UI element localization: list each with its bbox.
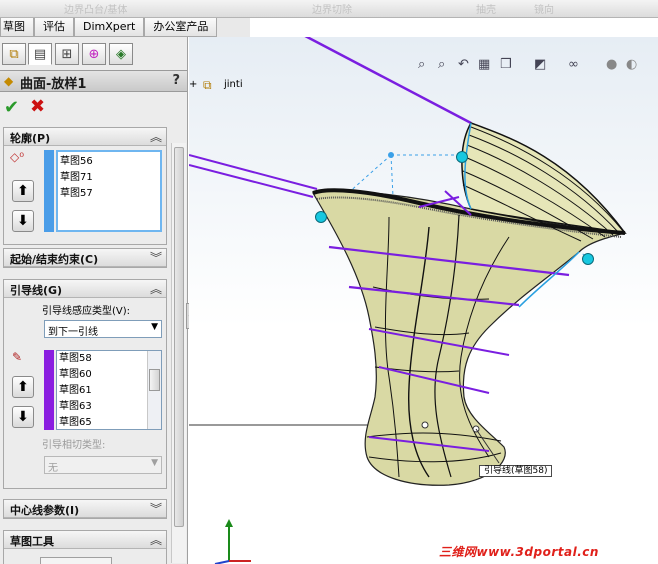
profiles-group: 轮廓(P) ︽ ◇⁰ 草图56 草图71 草图57 ⬆ ⬇ <box>3 127 167 245</box>
tangency-type-label: 引导相切类型: <box>42 440 106 451</box>
graphics-area[interactable]: ⌕ ⌕ ↶ ▦ ❒ ◩ ∞ ● ◐ + ⧉ jinti 引导线(草图58) 三维… <box>189 37 658 564</box>
list-item[interactable]: 草图56 <box>58 154 160 170</box>
feature-header: ◆ 曲面-放样1 ? <box>0 70 187 92</box>
profiles-list[interactable]: 草图56 草图71 草图57 <box>56 150 162 232</box>
expand-icon[interactable]: ︾ <box>150 500 162 517</box>
dropdown-arrow-icon: ▼ <box>151 458 158 468</box>
expand-icon[interactable]: ︾ <box>150 249 162 266</box>
constraints-group-label: 起始/结束约束(C) <box>10 253 99 266</box>
move-up-button[interactable]: ⬆ <box>12 376 34 398</box>
dimxpert-manager-tab[interactable]: ⊕ <box>82 43 106 65</box>
feature-manager-tab[interactable]: ⧉ <box>2 43 26 65</box>
boundary-boss-button[interactable]: 边界凸台/基体 <box>64 1 127 16</box>
loft-surface-model[interactable] <box>189 37 658 564</box>
sketch-tools-group-header[interactable]: 草图工具 ︽ <box>4 531 166 549</box>
collapse-icon[interactable]: ︽ <box>150 280 162 297</box>
guide-line[interactable] <box>189 164 314 198</box>
list-item[interactable]: 草图58 <box>57 351 161 367</box>
scrollbar-thumb[interactable] <box>149 369 160 391</box>
collapse-icon[interactable]: ︽ <box>150 531 162 548</box>
list-item[interactable]: 草图63 <box>57 399 161 415</box>
sketch-tools-group-label: 草图工具 <box>10 535 54 548</box>
page-title: 曲面-放样1 <box>20 77 87 92</box>
configuration-manager-tab[interactable]: ⊞ <box>55 43 79 65</box>
ok-button[interactable]: ✔ <box>4 97 19 118</box>
arrow-up-icon: ⬆ <box>17 379 29 395</box>
panel-scrollbar[interactable] <box>171 143 186 563</box>
collapse-icon[interactable]: ︽ <box>150 128 162 145</box>
dropdown-arrow-icon: ▼ <box>151 322 158 332</box>
feature-tree-icon: ⧉ <box>9 46 19 62</box>
connector-point[interactable] <box>421 421 429 429</box>
axis-triad-icon <box>214 519 251 564</box>
list-item[interactable]: 草图71 <box>58 170 160 186</box>
move-up-button[interactable]: ⬆ <box>12 180 34 202</box>
command-tabs: 草图 评估 DimXpert 办公室产品 <box>0 18 250 37</box>
guide-selection-icon: ✎ <box>12 350 23 364</box>
scrollbar-thumb[interactable] <box>174 147 184 527</box>
property-manager: ⧉ ▤ ⊞ ⊕ ◈ ◆ 曲面-放样1 ? ✔ ✖ 轮廓(P) ︽ ◇⁰ 草图56… <box>0 37 188 564</box>
tab-dimxpert[interactable]: DimXpert <box>74 18 145 37</box>
site-watermark: 三维网www.3dportal.cn <box>439 545 599 559</box>
guide-color-bar <box>44 350 54 430</box>
constraints-group: 起始/结束约束(C) ︾ <box>3 248 167 268</box>
sketch-tools-group: 草图工具 ︽ <box>3 530 167 564</box>
top-toolbar: 边界凸台/基体 边界切除 抽壳 镜向 <box>0 0 658 18</box>
centerline-group: 中心线参数(I) ︾ <box>3 499 167 519</box>
influence-type-value: 到下一引线 <box>48 327 98 338</box>
manager-tabs: ⧉ ▤ ⊞ ⊕ ◈ <box>0 43 187 67</box>
help-button[interactable]: ? <box>172 73 180 88</box>
list-item[interactable]: 草图61 <box>57 383 161 399</box>
property-sheet-icon: ▤ <box>33 46 47 62</box>
tab-sketch[interactable]: 草图 <box>0 18 34 37</box>
loft-surface-icon: ◆ <box>4 74 14 88</box>
loft-surface[interactable] <box>312 190 626 486</box>
profile-handle[interactable] <box>582 253 594 265</box>
profile-color-bar <box>44 150 54 232</box>
configuration-icon: ⊞ <box>61 46 73 62</box>
display-manager-tab[interactable]: ◈ <box>109 43 133 65</box>
guides-group-header[interactable]: 引导线(G) ︽ <box>4 280 166 298</box>
drag-sketch-button[interactable] <box>40 557 112 564</box>
guides-group: 引导线(G) ︽ 引导线感应类型(V): 到下一引线 ▼ ✎ 草图58 草图60… <box>3 279 167 489</box>
tab-evaluate[interactable]: 评估 <box>34 18 74 37</box>
list-item[interactable]: 草图60 <box>57 367 161 383</box>
cancel-button[interactable]: ✖ <box>30 96 45 117</box>
guide-line[interactable] <box>269 37 472 125</box>
tangency-type-value: 无 <box>48 463 58 474</box>
display-icon: ◈ <box>116 46 126 62</box>
arrow-up-icon: ⬆ <box>17 183 29 199</box>
list-item[interactable]: 草图57 <box>58 186 160 202</box>
guides-group-label: 引导线(G) <box>10 284 63 297</box>
guides-list-scrollbar[interactable] <box>147 351 161 429</box>
list-item[interactable]: 草图65 <box>57 415 161 429</box>
profile-selection-icon: ◇⁰ <box>10 150 25 164</box>
centerline-group-header[interactable]: 中心线参数(I) ︾ <box>4 500 166 518</box>
profile-handle[interactable] <box>315 211 327 223</box>
arrow-down-icon: ⬇ <box>17 409 29 425</box>
profile-handle[interactable] <box>456 151 468 163</box>
tangency-type-select[interactable]: 无 ▼ <box>44 456 162 474</box>
guide-line[interactable] <box>189 154 318 190</box>
constraints-group-header[interactable]: 起始/结束约束(C) ︾ <box>4 249 166 267</box>
guide-callout-label[interactable]: 引导线(草图58) <box>479 465 553 477</box>
shell-button[interactable]: 抽壳 <box>476 1 496 16</box>
mirror-button[interactable]: 镜向 <box>534 1 554 16</box>
arrow-down-icon: ⬇ <box>17 213 29 229</box>
influence-type-label: 引导线感应类型(V): <box>42 306 131 317</box>
connector-point[interactable] <box>388 152 394 158</box>
crosshair-icon: ⊕ <box>88 46 100 62</box>
profiles-group-header[interactable]: 轮廓(P) ︽ <box>4 128 166 146</box>
property-manager-tab[interactable]: ▤ <box>28 43 52 65</box>
tab-office-products[interactable]: 办公室产品 <box>144 18 218 37</box>
guides-list[interactable]: 草图58 草图60 草图61 草图63 草图65 <box>56 350 162 430</box>
boundary-cut-button[interactable]: 边界切除 <box>312 1 352 16</box>
centerline-group-label: 中心线参数(I) <box>10 504 80 517</box>
influence-type-select[interactable]: 到下一引线 ▼ <box>44 320 162 338</box>
move-down-button[interactable]: ⬇ <box>12 210 34 232</box>
profiles-group-label: 轮廓(P) <box>10 132 51 145</box>
move-down-button[interactable]: ⬇ <box>12 406 34 428</box>
